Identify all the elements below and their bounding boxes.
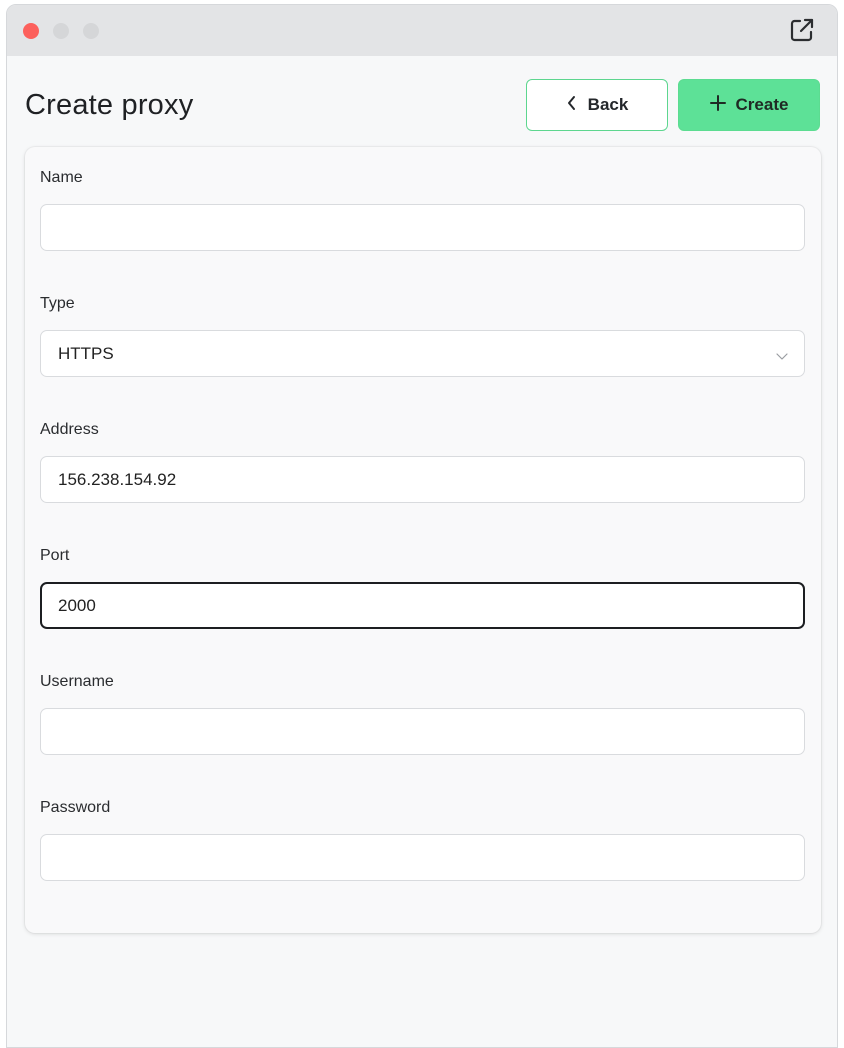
chevron-down-icon [776,348,788,366]
app-window: Create proxy Back Create Name Type HTTPS [6,4,838,1048]
maximize-window-button[interactable] [83,23,99,39]
chevron-left-icon [566,95,578,116]
back-button-label: Back [587,95,629,114]
page-title: Create proxy [25,89,194,121]
password-label: Password [40,799,111,816]
back-button[interactable]: Back [526,79,668,131]
create-button-label: Create [735,95,789,114]
page-header: Create proxy Back Create [7,56,837,146]
type-select-value: HTTPS [58,343,114,363]
close-window-button[interactable] [23,23,39,39]
type-label: Type [40,295,75,312]
address-input[interactable] [40,456,805,503]
port-input[interactable] [40,582,805,629]
minimize-window-button[interactable] [53,23,69,39]
password-input[interactable] [40,834,805,881]
type-select[interactable]: HTTPS [40,330,805,377]
titlebar [7,5,837,56]
username-input[interactable] [40,708,805,755]
address-label: Address [40,421,99,438]
username-label: Username [40,673,114,690]
port-label: Port [40,547,70,564]
create-button[interactable]: Create [678,79,820,131]
proxy-form-card: Name Type HTTPS Address Port Username Pa… [25,147,821,933]
name-input[interactable] [40,204,805,251]
external-link-icon[interactable] [787,15,817,45]
name-label: Name [40,169,83,186]
plus-icon [709,94,726,116]
